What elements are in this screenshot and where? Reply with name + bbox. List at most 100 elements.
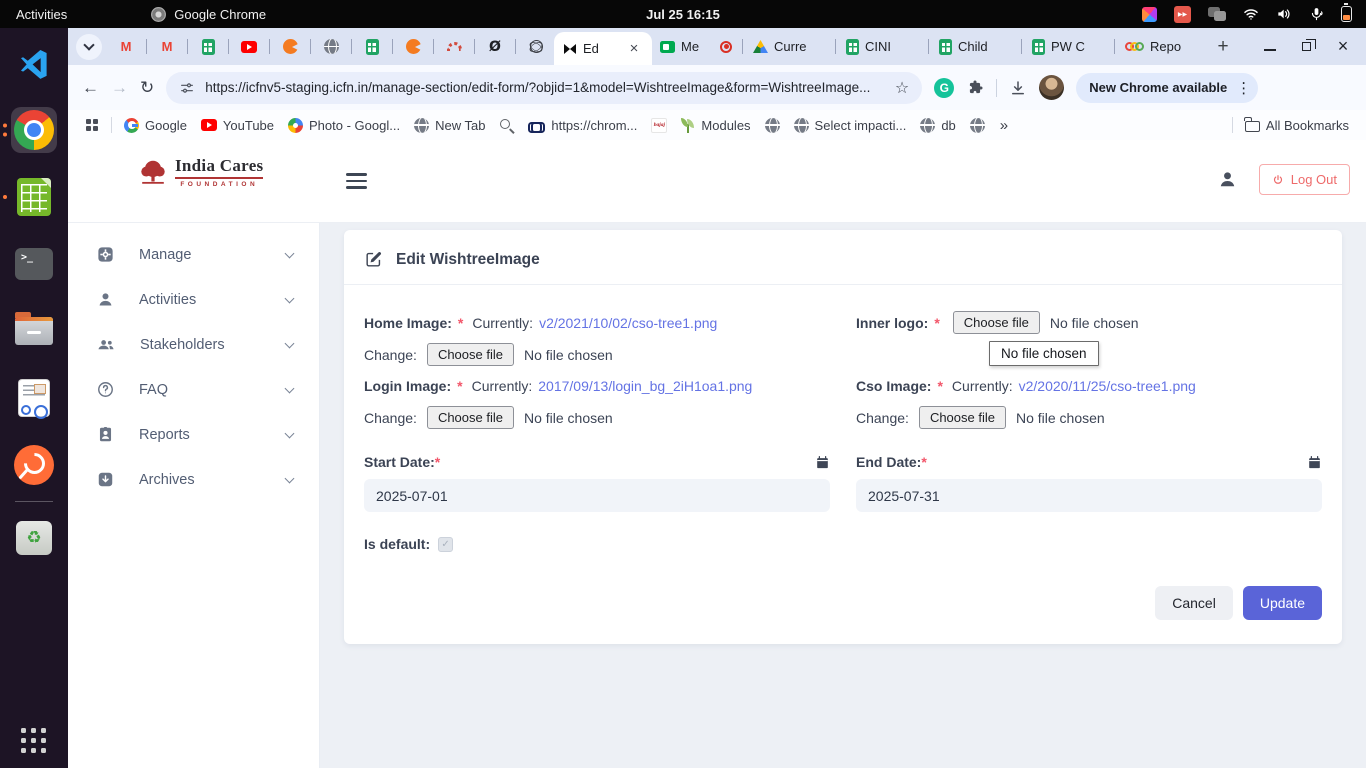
chat-icon[interactable]	[1208, 7, 1226, 21]
bookmark-new-tab[interactable]: New Tab	[407, 115, 492, 136]
tab-globe[interactable]	[313, 31, 349, 63]
tab-sheets-2[interactable]	[354, 31, 390, 63]
user-icon[interactable]	[1216, 168, 1239, 191]
tab-red-arch[interactable]	[436, 31, 472, 63]
home-image-current-link[interactable]: v2/2021/10/02/cso-tree1.png	[539, 315, 717, 331]
show-applications-button[interactable]	[21, 728, 47, 754]
wifi-icon[interactable]	[1243, 6, 1259, 22]
dock-item-chrome[interactable]	[11, 107, 57, 153]
dock-item-postman[interactable]	[11, 442, 57, 488]
dock-item-terminal[interactable]	[11, 241, 57, 287]
downloads-icon[interactable]	[1009, 79, 1027, 97]
dock-item-files[interactable]	[11, 308, 57, 354]
tab-cini[interactable]: CINI	[838, 31, 926, 63]
sidebar-item-activities[interactable]: Activities	[68, 277, 319, 322]
bookmark-globe-2[interactable]	[963, 115, 992, 136]
battery-icon[interactable]	[1341, 6, 1352, 22]
bookmark-google[interactable]: Google	[117, 115, 194, 136]
sidebar-item-reports[interactable]: Reports	[68, 412, 319, 457]
tab-meet[interactable]: Me	[652, 31, 740, 63]
tab-openai[interactable]	[518, 31, 554, 63]
dock-item-trash[interactable]	[11, 515, 57, 561]
sidebar-item-faq[interactable]: FAQ	[68, 367, 319, 412]
microphone-icon[interactable]	[1309, 6, 1324, 22]
tab-repo[interactable]: Repo	[1117, 31, 1205, 63]
active-tab[interactable]: Ed	[554, 32, 652, 65]
bookmark-globe[interactable]	[758, 115, 787, 136]
tab-orange-app-2[interactable]	[395, 31, 431, 63]
close-button[interactable]	[1337, 36, 1348, 57]
extensions-icon[interactable]	[966, 79, 984, 97]
screen-record-icon[interactable]	[1174, 6, 1191, 23]
calendar-icon[interactable]	[1307, 455, 1322, 470]
forward-button[interactable]	[111, 79, 128, 96]
tab-drive[interactable]: Curre	[745, 31, 833, 63]
dock-item-libreoffice-calc[interactable]	[11, 174, 57, 220]
tab-gmail[interactable]	[108, 31, 144, 63]
sidebar-toggle-button[interactable]	[346, 173, 367, 189]
activities-button[interactable]: Activities	[16, 7, 67, 22]
tab-youtube[interactable]	[231, 31, 267, 63]
is-default-checkbox[interactable]	[438, 537, 453, 552]
end-date-input[interactable]	[856, 479, 1322, 512]
site-logo[interactable]: India Cares Foundation	[138, 156, 263, 188]
focused-app-indicator[interactable]: Google Chrome	[151, 7, 266, 22]
sidebar-item-label: Stakeholders	[140, 337, 225, 353]
site-settings-icon[interactable]	[179, 80, 195, 96]
globe-icon	[794, 118, 809, 133]
bookmark-photos[interactable]: Photo - Googl...	[281, 115, 407, 136]
bookmarks-overflow-button[interactable]	[992, 117, 1016, 134]
tab-gmail-2[interactable]	[149, 31, 185, 63]
chrome-update-button[interactable]: New Chrome available	[1076, 73, 1258, 103]
sidebar-item-manage[interactable]: Manage	[68, 232, 319, 277]
bookmark-select-impact[interactable]: Select impacti...	[787, 115, 914, 136]
address-bar[interactable]: https://icfnv5-staging.icfn.in/manage-se…	[166, 72, 922, 104]
tab-null[interactable]	[477, 31, 513, 63]
app-cube-icon[interactable]	[1142, 7, 1157, 22]
bookmark-modules[interactable]: Modules	[674, 115, 757, 136]
minimize-button[interactable]	[1264, 49, 1276, 51]
dock-item-document-viewer[interactable]	[11, 375, 57, 421]
dock-item-vscode[interactable]	[11, 40, 57, 86]
bookmark-search[interactable]	[492, 115, 521, 136]
cancel-button[interactable]: Cancel	[1155, 586, 1233, 620]
tab-orange-app[interactable]	[272, 31, 308, 63]
cso-image-current-link[interactable]: v2/2020/11/25/cso-tree1.png	[1019, 378, 1196, 394]
volume-icon[interactable]	[1276, 6, 1292, 22]
cso-image-choose-file-button[interactable]: Choose file	[919, 406, 1006, 429]
bookmark-apps[interactable]	[78, 115, 106, 135]
vscode-icon	[17, 46, 51, 80]
tab-pw[interactable]: PW C	[1024, 31, 1112, 63]
menu-kebab-icon[interactable]	[1236, 79, 1251, 97]
calendar-icon[interactable]	[815, 455, 830, 470]
new-tab-button[interactable]	[1209, 33, 1237, 61]
dock-separator	[15, 501, 53, 502]
tab-child[interactable]: Child	[931, 31, 1019, 63]
inner-logo-choose-file-button[interactable]: Choose file	[953, 311, 1040, 334]
reload-button[interactable]	[140, 79, 154, 96]
bookmark-chrome-link[interactable]: https://chrom...	[521, 114, 644, 136]
tab-separator	[269, 39, 270, 54]
start-date-input[interactable]	[364, 479, 830, 512]
update-button[interactable]: Update	[1243, 586, 1322, 620]
home-image-choose-file-button[interactable]: Choose file	[427, 343, 514, 366]
tab-sheets[interactable]	[190, 31, 226, 63]
grammarly-extension-icon[interactable]	[934, 78, 954, 98]
clock[interactable]: Jul 25 16:15	[646, 7, 720, 22]
login-image-current-link[interactable]: 2017/09/13/login_bg_2iH1oa1.png	[538, 378, 752, 394]
change-label: Change:	[856, 410, 909, 426]
restore-button[interactable]	[1302, 42, 1311, 51]
tab-close-button[interactable]	[626, 41, 642, 57]
bookmark-bajaj[interactable]	[644, 115, 674, 136]
back-button[interactable]	[82, 79, 99, 96]
login-image-choose-file-button[interactable]: Choose file	[427, 406, 514, 429]
sidebar-item-stakeholders[interactable]: Stakeholders	[68, 322, 319, 367]
profile-avatar[interactable]	[1039, 75, 1064, 100]
tab-search-button[interactable]	[76, 34, 102, 60]
all-bookmarks-button[interactable]: All Bookmarks	[1238, 115, 1356, 136]
bookmark-db[interactable]: db	[913, 115, 962, 136]
logout-button[interactable]: Log Out	[1259, 164, 1350, 195]
bookmark-youtube[interactable]: YouTube	[194, 115, 281, 136]
bookmark-star-icon[interactable]	[895, 78, 909, 98]
sidebar-item-archives[interactable]: Archives	[68, 457, 319, 502]
